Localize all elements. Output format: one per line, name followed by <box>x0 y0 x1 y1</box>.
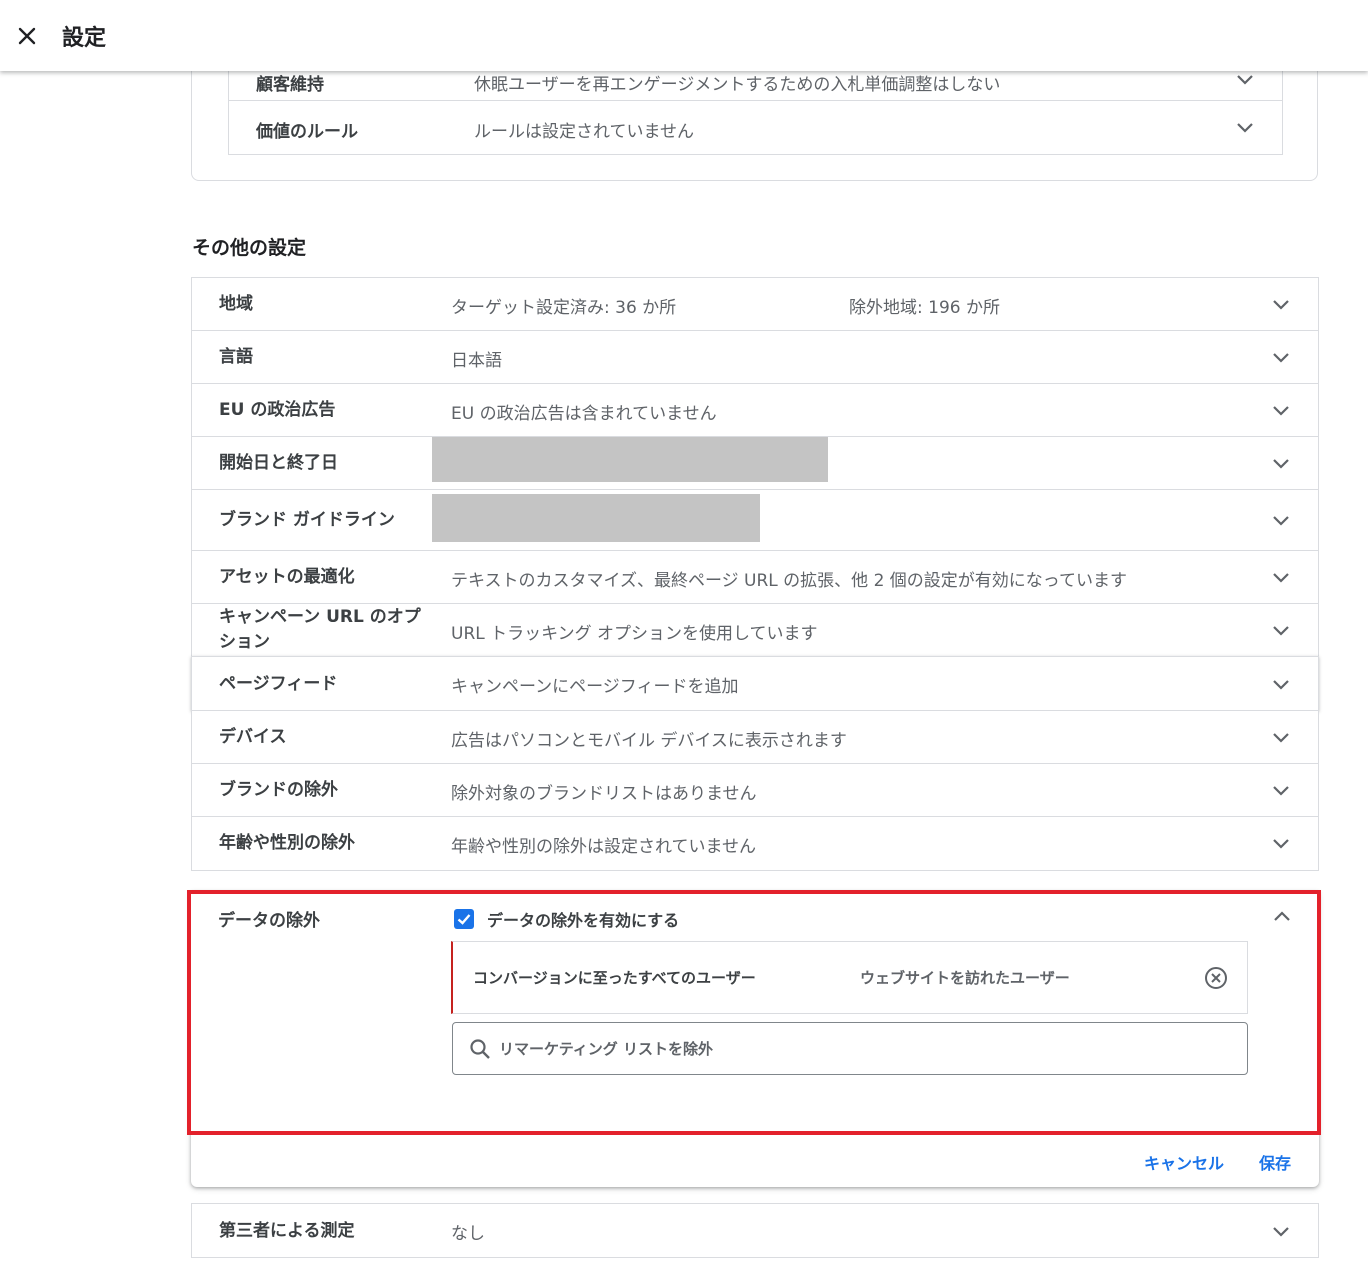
setting-label: 地域 <box>219 294 253 314</box>
chevron-down-icon[interactable] <box>1272 572 1290 584</box>
close-icon[interactable] <box>14 23 40 49</box>
chevron-down-icon[interactable] <box>1272 679 1290 691</box>
setting-value: EU の政治広告は含まれていません <box>451 404 717 424</box>
setting-row-third-party-measurement[interactable]: 第三者による測定 なし <box>191 1203 1319 1258</box>
setting-label: キャンペーン URL のオプション <box>219 607 421 652</box>
chevron-down-icon[interactable] <box>1272 299 1290 311</box>
chevron-down-icon[interactable] <box>1272 1226 1290 1238</box>
save-button[interactable]: 保存 <box>1259 1150 1291 1174</box>
setting-value: 日本語 <box>451 351 502 371</box>
setting-label: デバイス <box>219 727 287 747</box>
setting-label: 開始日と終了日 <box>219 453 338 473</box>
enable-data-exclusion-checkbox[interactable] <box>454 909 474 929</box>
audience-name: コンバージョンに至ったすべてのユーザー <box>473 969 756 987</box>
audience-source: ウェブサイトを訪れたユーザー <box>860 969 1070 987</box>
search-input[interactable] <box>499 1036 1199 1062</box>
setting-value: 広告はパソコンとモバイル デバイスに表示されます <box>451 731 847 751</box>
setting-label: アセットの最適化 <box>219 567 355 587</box>
setting-row-devices[interactable]: デバイス 広告はパソコンとモバイル デバイスに表示されます <box>191 710 1319 764</box>
remove-circle-icon[interactable] <box>1204 966 1228 994</box>
top-app-bar: 設定 <box>0 0 1368 71</box>
chevron-down-icon[interactable] <box>1272 458 1290 470</box>
chevron-down-icon[interactable] <box>1236 122 1254 134</box>
data-exclusion-label: データの除外 <box>218 911 320 931</box>
setting-row-campaign-url-options[interactable]: キャンペーン URL のオプション URL トラッキング オプションを使用してい… <box>191 603 1319 657</box>
search-icon <box>469 1038 491 1064</box>
setting-value: テキストのカスタマイズ、最終ページ URL の拡張、他 2 個の設定が有効になっ… <box>451 571 1127 591</box>
setting-row-start-end-dates[interactable]: 開始日と終了日 <box>191 436 1319 490</box>
setting-row-asset-optimization[interactable]: アセットの最適化 テキストのカスタマイズ、最終ページ URL の拡張、他 2 個… <box>191 550 1319 604</box>
chevron-down-icon[interactable] <box>1272 625 1290 637</box>
setting-value-excluded: 除外地域: 196 か所 <box>849 298 1000 318</box>
chevron-down-icon[interactable] <box>1272 515 1290 527</box>
value-rules-value: ルールは設定されていません <box>474 122 694 142</box>
customer-retention-label: 顧客維持 <box>256 75 324 95</box>
setting-row-eu-political-ads[interactable]: EU の政治広告 EU の政治広告は含まれていません <box>191 383 1319 437</box>
chevron-down-icon[interactable] <box>1272 352 1290 364</box>
setting-label: 言語 <box>219 347 253 367</box>
customer-retention-value: 休眠ユーザーを再エンゲージメントするための入札単価調整はしない <box>474 75 1001 95</box>
chevron-down-icon[interactable] <box>1236 74 1254 86</box>
data-exclusion-panel: データの除外 データの除外を有効にする コンバージョンに至ったすべてのユーザー … <box>191 891 1319 1187</box>
section-heading: その他の設定 <box>192 237 307 259</box>
remarketing-list-search[interactable] <box>452 1022 1248 1075</box>
setting-row-age-gender-exclusions[interactable]: 年齢や性別の除外 年齢や性別の除外は設定されていません <box>191 816 1319 871</box>
setting-row-languages[interactable]: 言語 日本語 <box>191 330 1319 384</box>
setting-row-page-feed[interactable]: ページフィード キャンペーンにページフィードを追加 <box>191 656 1319 711</box>
setting-value: なし <box>451 1224 485 1244</box>
setting-label: EU の政治広告 <box>219 400 336 420</box>
setting-row-locations[interactable]: 地域 ターゲット設定済み: 36 か所 除外地域: 196 か所 <box>191 277 1319 331</box>
chevron-up-icon[interactable] <box>1273 907 1291 926</box>
chevron-down-icon[interactable] <box>1272 732 1290 744</box>
setting-value: URL トラッキング オプションを使用しています <box>451 624 818 644</box>
excluded-audience-row: コンバージョンに至ったすべてのユーザー ウェブサイトを訪れたユーザー <box>451 941 1248 1014</box>
setting-value: 年齢や性別の除外は設定されていません <box>451 837 756 857</box>
checkmark-icon <box>457 914 471 925</box>
chevron-down-icon[interactable] <box>1272 785 1290 797</box>
enable-data-exclusion-label[interactable]: データの除外を有効にする <box>487 907 679 931</box>
setting-value: 除外対象のブランドリストはありません <box>451 784 757 804</box>
setting-value: ターゲット設定済み: 36 か所 <box>451 298 677 318</box>
value-rules-row[interactable]: 価値のルール ルールは設定されていません <box>228 100 1283 155</box>
setting-label: ブランドの除外 <box>219 780 338 800</box>
chevron-down-icon[interactable] <box>1272 405 1290 417</box>
page-title: 設定 <box>62 26 107 51</box>
divider <box>191 1131 1319 1132</box>
chevron-down-icon[interactable] <box>1272 838 1290 850</box>
setting-label: 第三者による測定 <box>219 1221 355 1241</box>
redacted-block <box>432 494 760 542</box>
setting-row-brand-guidelines[interactable]: ブランド ガイドライン <box>191 489 1319 551</box>
setting-row-brand-exclusions[interactable]: ブランドの除外 除外対象のブランドリストはありません <box>191 763 1319 817</box>
setting-label: 年齢や性別の除外 <box>219 833 355 853</box>
value-rules-label: 価値のルール <box>256 122 358 142</box>
cancel-button[interactable]: キャンセル <box>1144 1150 1224 1174</box>
setting-value: キャンペーンにページフィードを追加 <box>451 677 739 697</box>
setting-label: ブランド ガイドライン <box>219 510 395 530</box>
redacted-block <box>432 437 828 482</box>
setting-label: ページフィード <box>219 674 338 694</box>
